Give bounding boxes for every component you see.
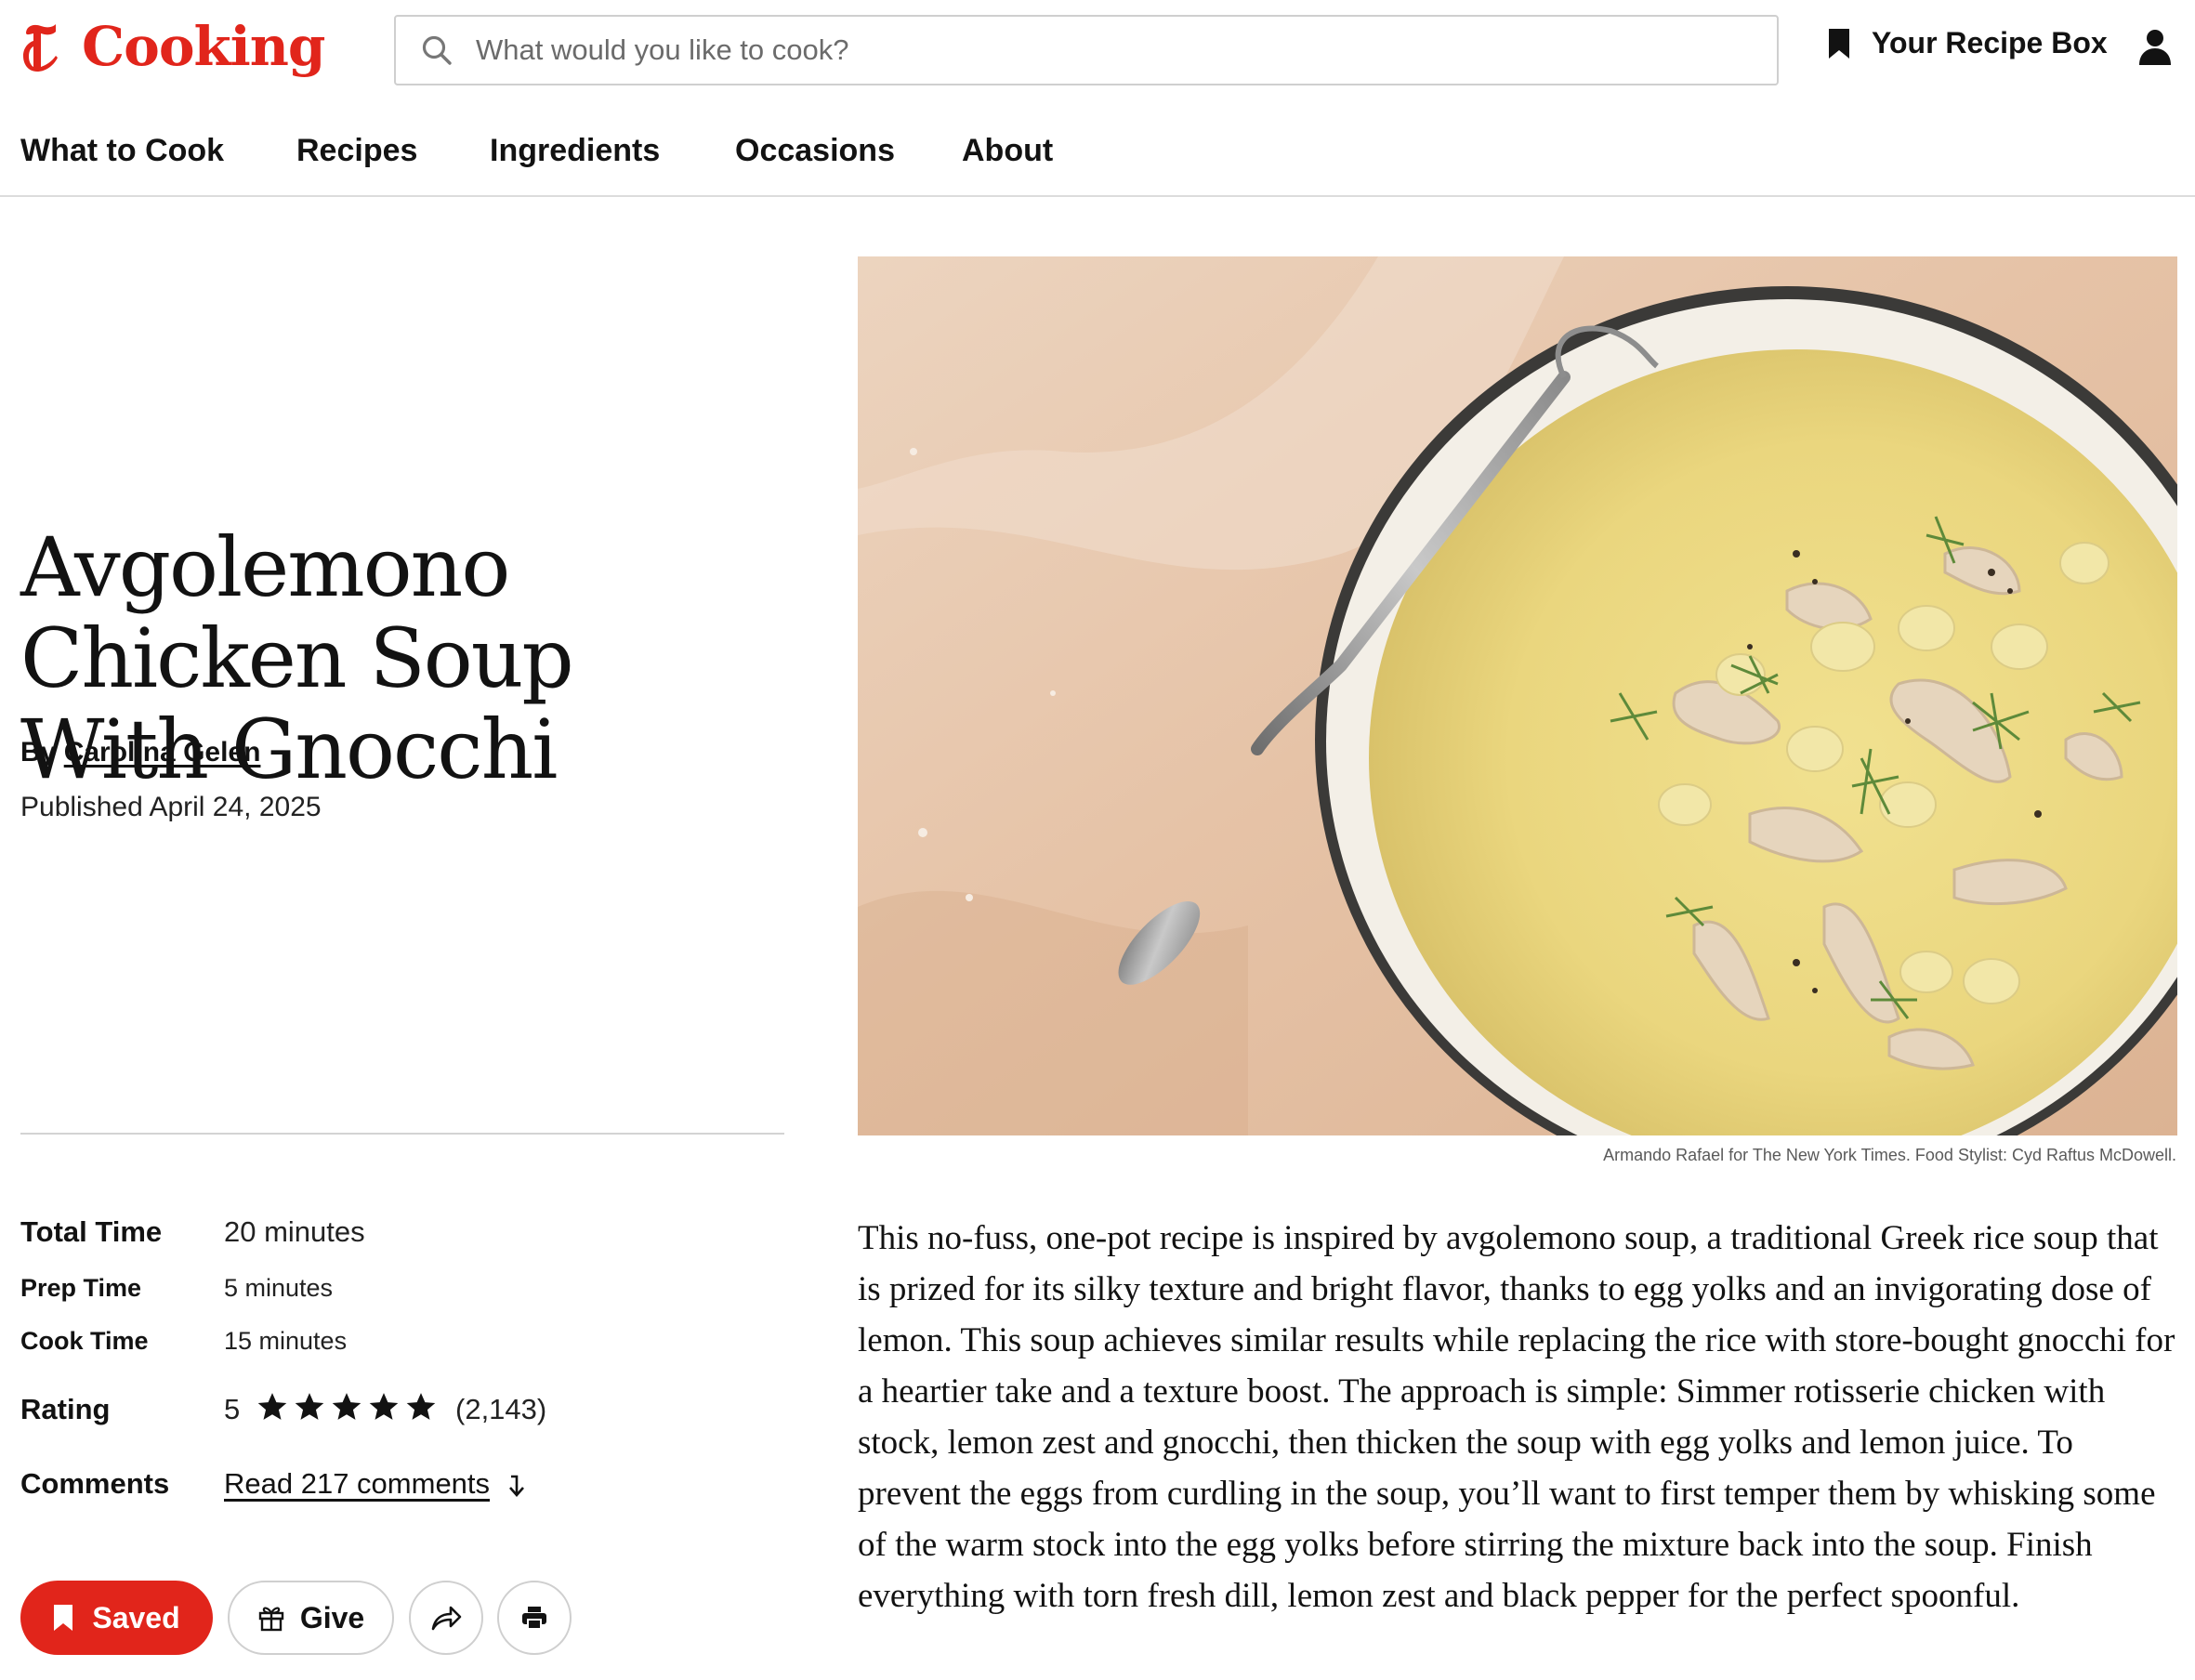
prep-time-label: Prep Time: [20, 1274, 142, 1302]
rating-value: 5: [224, 1393, 241, 1425]
rating-stars[interactable]: [256, 1391, 437, 1423]
photo-credit: Armando Rafael for The New York Times. F…: [1603, 1146, 2176, 1164]
rating-count: (2,143): [455, 1393, 547, 1425]
comments-link[interactable]: Read 217 comments: [224, 1467, 490, 1501]
nav-divider: [0, 195, 2195, 197]
gift-icon: [258, 1607, 284, 1632]
saved-button-label: Saved: [92, 1600, 180, 1634]
recipe-box-label: Your Recipe Box: [1872, 26, 2108, 59]
share-icon: [431, 1606, 462, 1631]
cook-time-value: 15 minutes: [224, 1327, 348, 1355]
star-icon: [406, 1393, 436, 1420]
search-input[interactable]: [474, 33, 1732, 68]
rating-label: Rating: [20, 1393, 111, 1425]
author-link[interactable]: Carolina Gelen: [64, 737, 261, 768]
recipe-description: This no-fuss, one-pot recipe is inspired…: [858, 1219, 2175, 1615]
print-button[interactable]: [497, 1581, 572, 1655]
nav-item-what-to-cook[interactable]: What to Cook: [20, 123, 224, 178]
print-icon: [522, 1607, 546, 1630]
star-icon: [257, 1393, 287, 1420]
site-header: Cooking Your Recipe Box: [0, 0, 2195, 98]
published-date: Published April 24, 2025: [20, 792, 322, 822]
comments-label: Comments: [20, 1467, 170, 1500]
nyt-t-logo-icon: [23, 24, 58, 72]
recipe-photo: [858, 256, 2177, 1135]
bookmark-icon: [54, 1605, 73, 1631]
logo-text: Cooking: [82, 15, 325, 78]
search-bar[interactable]: [394, 15, 1779, 85]
arrow-down-icon[interactable]: [506, 1474, 527, 1498]
total-time-label: Total Time: [20, 1215, 163, 1248]
share-button[interactable]: [409, 1581, 483, 1655]
nav-item-ingredients[interactable]: Ingredients: [490, 123, 660, 178]
give-button[interactable]: Give: [228, 1581, 394, 1655]
search-icon: [422, 35, 452, 65]
saved-button[interactable]: Saved: [20, 1581, 213, 1655]
cook-time-label: Cook Time: [20, 1327, 149, 1355]
nav-item-recipes[interactable]: Recipes: [296, 123, 417, 178]
byline: By Carolina Gelen: [20, 737, 260, 768]
give-button-label: Give: [299, 1600, 365, 1634]
user-icon[interactable]: [2137, 28, 2173, 65]
star-icon: [369, 1393, 399, 1420]
byline-prefix: By: [20, 737, 57, 768]
prep-time-value: 5 minutes: [224, 1274, 334, 1302]
meta-divider: [20, 1133, 784, 1135]
nav-item-about[interactable]: About: [962, 123, 1053, 178]
cooking-logo[interactable]: Cooking: [20, 15, 325, 78]
main-nav: What to Cook Recipes Ingredients Occasio…: [0, 123, 2195, 197]
recipe-box-link[interactable]: Your Recipe Box: [1827, 26, 2108, 60]
bookmark-icon: [1829, 28, 1849, 59]
nav-item-occasions[interactable]: Occasions: [735, 123, 895, 178]
star-icon: [332, 1393, 361, 1420]
star-icon: [295, 1393, 324, 1420]
total-time-value: 20 minutes: [224, 1215, 365, 1248]
